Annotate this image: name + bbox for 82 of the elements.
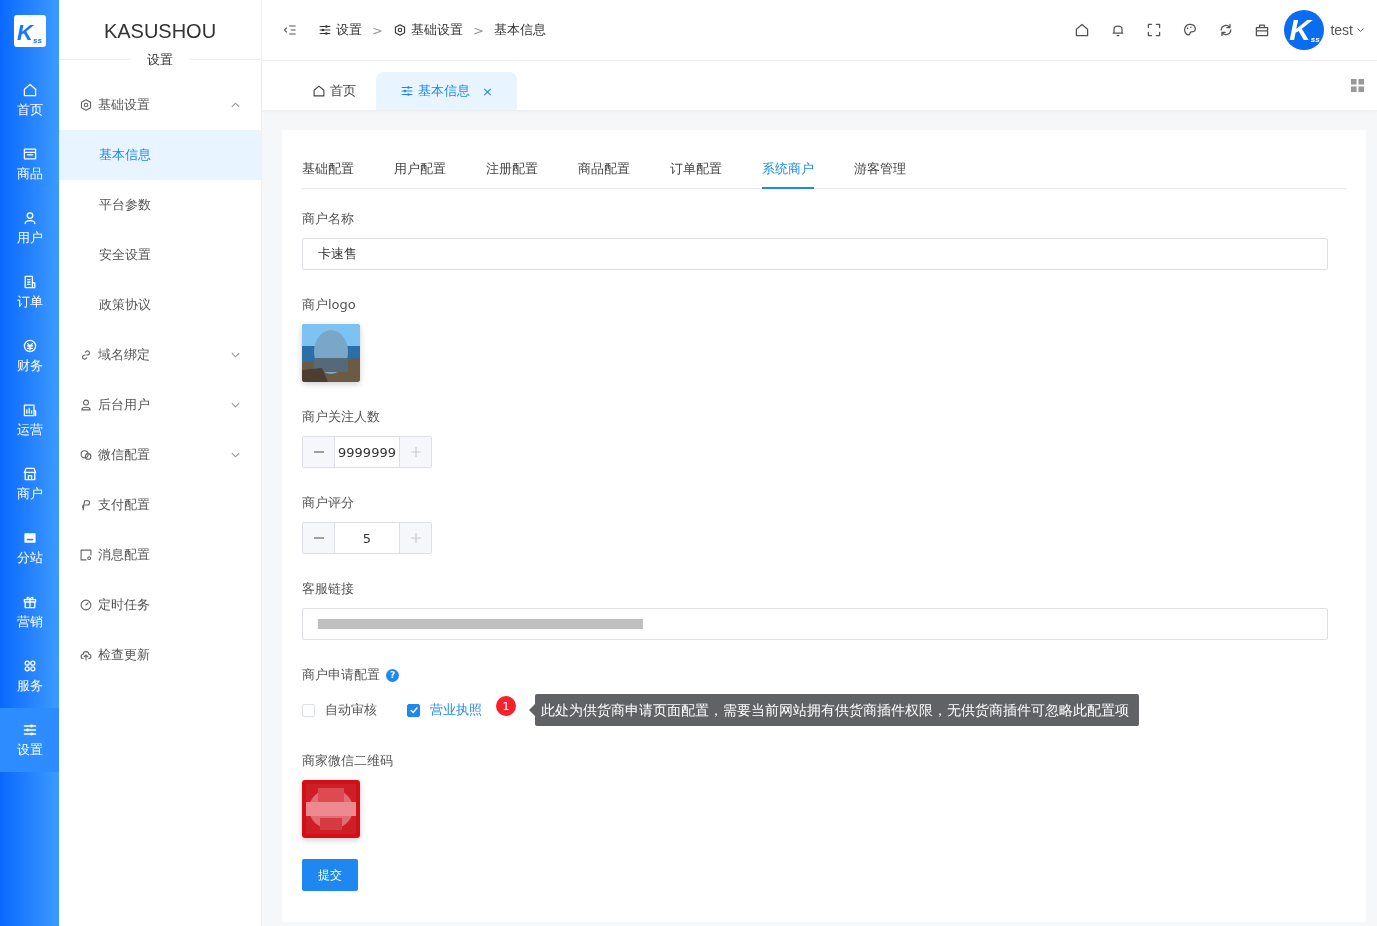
menu-fold-icon[interactable]: [282, 22, 298, 38]
home-icon: [21, 81, 38, 98]
breadcrumb-item[interactable]: 基础设置: [392, 21, 463, 39]
breadcrumb-separator: >: [372, 22, 383, 38]
breadcrumb-item[interactable]: 设置: [318, 21, 362, 39]
field-label: 商户名称: [302, 210, 354, 228]
field-label: 商户评分: [302, 494, 354, 512]
fullscreen-icon[interactable]: [1146, 22, 1163, 38]
section-tab[interactable]: 订单配置: [670, 150, 722, 189]
tooltip: 此处为供货商申请页面配置，需要当前网站拥有供货商插件权限，无供货商插件可忽略此配置项: [535, 694, 1139, 726]
tooltip-pointer: [529, 704, 535, 716]
number-input[interactable]: 5: [302, 522, 432, 554]
nav-item[interactable]: 商户: [0, 452, 59, 516]
nav-item[interactable]: 分站: [0, 516, 59, 580]
breadcrumb-item[interactable]: 基本信息: [493, 21, 546, 39]
field-label: 商家微信二维码: [302, 752, 393, 770]
minus-icon[interactable]: [303, 523, 335, 553]
submenu-item[interactable]: 平台参数: [59, 180, 261, 230]
check-icon: [408, 705, 419, 715]
submenu-item[interactable]: 政策协议: [59, 280, 261, 330]
nav-item[interactable]: 订单: [0, 260, 59, 324]
nav-item[interactable]: 用户: [0, 196, 59, 260]
home-icon: [312, 84, 326, 98]
nav-item[interactable]: 财务: [0, 324, 59, 388]
help-icon[interactable]: ?: [386, 668, 399, 682]
menu-item[interactable]: 支付配置: [59, 480, 261, 530]
count-badge: 1: [496, 696, 516, 716]
menu-item[interactable]: 检查更新: [59, 630, 261, 680]
menu-item[interactable]: 后台用户: [59, 380, 261, 430]
section-tab[interactable]: 游客管理: [854, 150, 906, 189]
page-tab[interactable]: 首页: [292, 72, 376, 110]
chevron-icon: [230, 101, 241, 109]
nav-item[interactable]: 运营: [0, 388, 59, 452]
brand-title: KASUSHOU: [102, 19, 218, 43]
breadcrumb-separator: >: [472, 22, 484, 38]
chevron-icon: [230, 401, 241, 409]
menu-item[interactable]: 消息配置: [59, 530, 261, 580]
message-icon: [79, 548, 93, 562]
field-label: 客服链接: [302, 580, 354, 598]
sliders-icon: [318, 23, 332, 37]
field-label: 商户关注人数: [302, 408, 380, 426]
user-menu[interactable]: test: [1330, 22, 1365, 38]
chevron-icon: [230, 351, 241, 359]
menu-item[interactable]: 微信配置: [59, 430, 261, 480]
section-tab[interactable]: 基础配置: [302, 150, 354, 189]
section-tab[interactable]: 系统商户: [762, 150, 814, 189]
number-input[interactable]: 9999999: [302, 436, 432, 468]
nav-item[interactable]: 营销: [0, 580, 59, 644]
palette-icon[interactable]: [1182, 22, 1199, 38]
cloud-upload-icon: [79, 648, 93, 662]
section-tab[interactable]: 注册配置: [486, 150, 538, 189]
section-tab[interactable]: 用户配置: [394, 150, 446, 189]
field-label: 商户申请配置: [302, 666, 380, 684]
section-title: 设置: [131, 51, 189, 69]
chat-icon: [79, 448, 93, 462]
minus-icon[interactable]: [303, 437, 335, 467]
user-icon: [79, 398, 93, 412]
section-tab[interactable]: 商品配置: [578, 150, 630, 189]
menu-item[interactable]: 域名绑定: [59, 330, 261, 380]
avatar[interactable]: Kss: [1284, 10, 1325, 50]
submenu-item[interactable]: 安全设置: [59, 230, 261, 280]
gear-icon: [392, 23, 407, 37]
coin-icon: [21, 337, 38, 354]
menu-item[interactable]: 基础设置: [59, 80, 261, 130]
clock-icon: [79, 598, 93, 612]
submit-button[interactable]: 提交: [302, 859, 358, 891]
chevron-icon: [1356, 27, 1365, 33]
menu-item[interactable]: 定时任务: [59, 580, 261, 630]
nav-item[interactable]: 商品: [0, 132, 59, 196]
nav-item[interactable]: 首页: [0, 68, 59, 132]
checkbox[interactable]: 营业执照: [407, 701, 482, 719]
chevron-icon: [230, 451, 241, 459]
input-field[interactable]: 卡速售: [302, 238, 1328, 270]
nav-item[interactable]: 服务: [0, 644, 59, 708]
grid-icon[interactable]: [1350, 78, 1365, 93]
home-icon[interactable]: [1074, 22, 1091, 38]
gear-icon: [79, 98, 93, 112]
input-field[interactable]: [302, 608, 1328, 640]
checkbox[interactable]: 自动审核: [302, 701, 377, 719]
sliders-icon: [400, 84, 414, 98]
field-label: 商户logo: [302, 296, 356, 314]
link-icon: [79, 348, 93, 362]
